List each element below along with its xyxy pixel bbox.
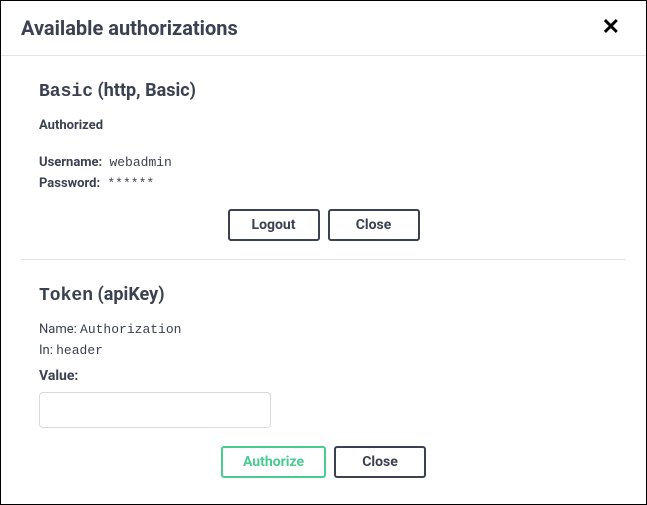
- auth-heading-basic: Basic (http, Basic): [39, 80, 626, 102]
- authorize-button[interactable]: Authorize: [221, 446, 326, 478]
- auth-section-token: Token (apiKey) Name: Authorization In: h…: [21, 260, 626, 496]
- value-input[interactable]: [39, 392, 271, 428]
- username-row: Username: webadmin: [39, 155, 626, 170]
- username-label: Username:: [39, 155, 102, 170]
- auth-heading-token: Token (apiKey): [39, 284, 626, 306]
- modal-title: Available authorizations: [21, 16, 238, 40]
- value-field-label: Value:: [39, 368, 626, 384]
- token-in-label: In:: [39, 343, 53, 358]
- auth-name-token: Token: [39, 286, 93, 306]
- username-value: webadmin: [109, 155, 171, 170]
- modal-header: Available authorizations ✕: [1, 1, 646, 56]
- token-in-value: header: [56, 343, 103, 358]
- auth-section-basic: Basic (http, Basic) Authorized Username:…: [21, 56, 626, 259]
- close-button-basic[interactable]: Close: [328, 209, 420, 241]
- close-button-token[interactable]: Close: [334, 446, 426, 478]
- close-icon[interactable]: ✕: [596, 15, 626, 41]
- auth-scheme-basic: (http, Basic): [98, 80, 196, 101]
- modal-body: Basic (http, Basic) Authorized Username:…: [1, 56, 646, 496]
- token-in-row: In: header: [39, 343, 626, 358]
- token-name-value: Authorization: [80, 322, 181, 337]
- logout-button[interactable]: Logout: [228, 209, 320, 241]
- auth-status-basic: Authorized: [39, 118, 626, 133]
- token-name-label: Name:: [39, 322, 77, 337]
- auth-scheme-token: (apiKey): [98, 284, 165, 305]
- password-label: Password:: [39, 176, 100, 191]
- password-value: ******: [107, 176, 154, 191]
- auth-name-basic: Basic: [39, 82, 93, 102]
- token-name-row: Name: Authorization: [39, 322, 626, 337]
- button-row-basic: Logout Close: [39, 209, 626, 241]
- password-row: Password: ******: [39, 176, 626, 191]
- button-row-token: Authorize Close: [39, 446, 626, 478]
